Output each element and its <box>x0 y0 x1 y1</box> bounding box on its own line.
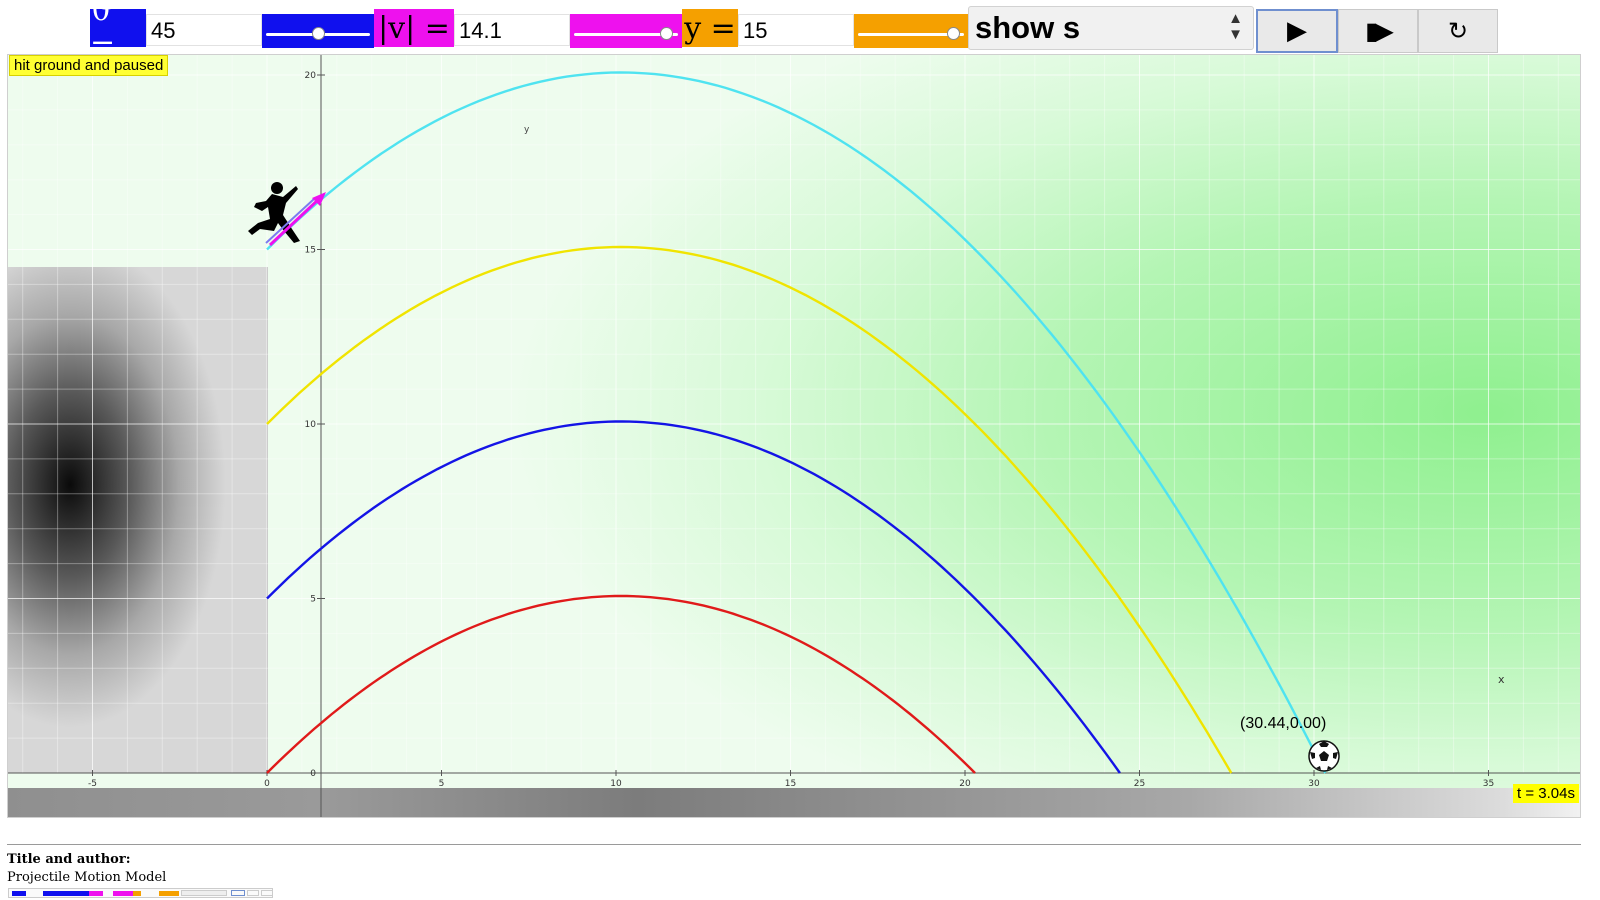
footer-heading: Title and author: <box>7 852 131 867</box>
y-tick-label: 15 <box>305 246 316 256</box>
y-tick-label: 10 <box>305 420 317 430</box>
y-tick-label: 5 <box>310 595 316 605</box>
x-tick-label: 15 <box>785 779 796 789</box>
x-axis-name: x <box>1498 673 1505 686</box>
speed-symbol: |v| = <box>378 10 450 46</box>
height-label: y = <box>682 9 738 47</box>
x-tick-label: -5 <box>88 779 97 789</box>
x-tick-label: 25 <box>1134 779 1145 789</box>
tick-labels: -5 0 5 10 15 20 25 30 35 0 5 10 15 20 <box>88 71 1494 789</box>
height-input[interactable]: 15 <box>738 14 854 46</box>
y-tick-label: 20 <box>305 71 317 81</box>
theta-label: ϑ = <box>90 0 146 63</box>
trajectory-path <box>266 420 1121 774</box>
time-readout: t = 3.04s <box>1513 784 1579 803</box>
play-icon: ▶ <box>1287 16 1307 46</box>
select-arrows-icon: ▲ ▼ <box>1228 10 1243 43</box>
plot-area: -5 0 5 10 15 20 25 30 35 0 5 10 15 20 y x (30.44,0.00… <box>8 55 1580 817</box>
theta-slider[interactable] <box>262 14 374 48</box>
controls-thumbnail <box>8 888 273 898</box>
x-tick-label: 20 <box>959 779 971 789</box>
x-tick-label: 30 <box>1308 779 1320 789</box>
height-slider-knob[interactable] <box>947 27 961 40</box>
y-axis-name: y <box>524 125 530 135</box>
ball-icon <box>1308 740 1340 772</box>
x-tick-label: 5 <box>439 779 445 789</box>
player-icon <box>248 182 300 243</box>
mode-select-value: show s <box>975 10 1081 45</box>
theta-input[interactable]: 45 <box>146 14 262 46</box>
speed-input[interactable]: 14.1 <box>454 14 570 46</box>
x-tick-label: 0 <box>264 779 270 789</box>
step-button[interactable]: ▮▶ <box>1338 9 1418 53</box>
speed-slider[interactable] <box>570 14 682 48</box>
grid-lines <box>8 55 1580 774</box>
step-forward-icon: ▮▶ <box>1365 17 1394 45</box>
simulation-canvas[interactable]: -5 0 5 10 15 20 25 30 35 0 5 10 15 20 y x (30.44,0.00… <box>7 54 1581 818</box>
height-symbol: y = <box>684 10 736 46</box>
mode-select[interactable]: show s ▲ ▼ <box>968 6 1254 50</box>
footer-divider <box>7 844 1581 845</box>
theta-slider-knob[interactable] <box>311 27 325 40</box>
x-tick-label: 35 <box>1483 779 1494 789</box>
trajectory-path <box>266 594 976 774</box>
y-tick-label: 0 <box>310 769 316 779</box>
reset-icon: ↻ <box>1447 17 1469 45</box>
speed-slider-knob[interactable] <box>660 27 674 40</box>
height-slider[interactable] <box>854 14 968 48</box>
model-title: Projectile Motion Model <box>7 870 167 885</box>
play-button[interactable]: ▶ <box>1256 9 1338 53</box>
status-message: hit ground and paused <box>9 55 169 76</box>
reset-button[interactable]: ↻ <box>1418 9 1498 53</box>
ball-coordinate-label: (30.44,0.00) <box>1240 715 1326 732</box>
x-tick-label: 10 <box>610 779 622 789</box>
speed-label: |v| = <box>374 9 454 47</box>
trajectory-path <box>266 245 1233 774</box>
